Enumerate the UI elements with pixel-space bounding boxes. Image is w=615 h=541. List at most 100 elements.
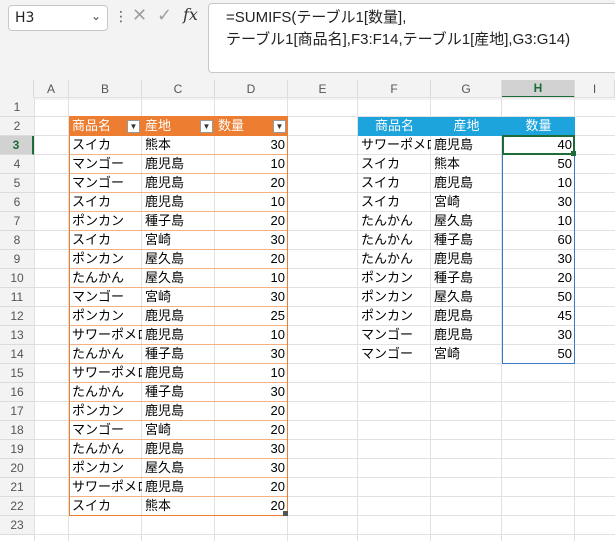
confirm-icon[interactable]: ✓ bbox=[157, 5, 172, 26]
summary-quantity-cell[interactable]: 50 bbox=[502, 288, 575, 307]
column-header-h[interactable]: H bbox=[502, 80, 575, 98]
summary-cell[interactable]: ポンカン bbox=[358, 269, 431, 288]
column-header-f[interactable]: F bbox=[358, 80, 431, 98]
table1-cell[interactable]: 30 bbox=[215, 231, 288, 250]
table1-header-cell[interactable]: 数量 ▼ bbox=[215, 117, 288, 136]
row-header-6[interactable]: 6 bbox=[0, 193, 34, 212]
summary-cell[interactable]: 種子島 bbox=[431, 231, 502, 250]
table1-cell[interactable]: 鹿児島 bbox=[142, 364, 215, 383]
table1-cell[interactable]: 鹿児島 bbox=[142, 155, 215, 174]
summary-cell[interactable]: 宮崎 bbox=[431, 345, 502, 364]
table1-cell[interactable]: ポンカン bbox=[69, 402, 142, 421]
table1-cell[interactable]: スイカ bbox=[69, 497, 142, 516]
table1-cell[interactable]: ポンカン bbox=[69, 307, 142, 326]
table1-cell[interactable]: たんかん bbox=[69, 440, 142, 459]
table1-cell[interactable]: スイカ bbox=[69, 136, 142, 155]
summary-quantity-cell[interactable]: 50 bbox=[502, 155, 575, 174]
table1-cell[interactable]: スイカ bbox=[69, 231, 142, 250]
summary-cell[interactable]: 屋久島 bbox=[431, 212, 502, 231]
table1-cell[interactable]: 30 bbox=[215, 288, 288, 307]
table1-cell[interactable]: 鹿児島 bbox=[142, 402, 215, 421]
summary-cell[interactable]: たんかん bbox=[358, 231, 431, 250]
summary-cell[interactable]: 熊本 bbox=[431, 155, 502, 174]
table1-cell[interactable]: 種子島 bbox=[142, 212, 215, 231]
row-header-12[interactable]: 12 bbox=[0, 307, 34, 326]
column-header-d[interactable]: D bbox=[215, 80, 288, 98]
summary-cell[interactable]: 鹿児島 bbox=[431, 174, 502, 193]
table1-cell[interactable]: 25 bbox=[215, 307, 288, 326]
table1-cell[interactable]: ポンカン bbox=[69, 250, 142, 269]
formula-input[interactable]: =SUMIFS(テーブル1[数量], テーブル1[商品名],F3:F14,テーブ… bbox=[208, 3, 615, 73]
table1-cell[interactable]: 鹿児島 bbox=[142, 307, 215, 326]
summary-quantity-cell[interactable]: 40 bbox=[502, 136, 575, 155]
filter-dropdown-icon[interactable]: ▼ bbox=[200, 120, 213, 133]
row-header-11[interactable]: 11 bbox=[0, 288, 34, 307]
row-header-21[interactable]: 21 bbox=[0, 478, 34, 497]
table1-cell[interactable]: 10 bbox=[215, 193, 288, 212]
table1-cell[interactable]: 屋久島 bbox=[142, 269, 215, 288]
table1-cell[interactable]: 30 bbox=[215, 345, 288, 364]
row-header-1[interactable]: 1 bbox=[0, 98, 34, 117]
summary-cell[interactable]: 種子島 bbox=[431, 269, 502, 288]
row-header-10[interactable]: 10 bbox=[0, 269, 34, 288]
table-resize-handle[interactable] bbox=[283, 511, 288, 516]
column-header-e[interactable]: E bbox=[288, 80, 358, 98]
table1-cell[interactable]: 宮崎 bbox=[142, 421, 215, 440]
summary-cell[interactable]: ポンカン bbox=[358, 288, 431, 307]
row-header-13[interactable]: 13 bbox=[0, 326, 34, 345]
table1-cell[interactable]: 10 bbox=[215, 155, 288, 174]
table1-cell[interactable]: サワーポメロ bbox=[69, 478, 142, 497]
summary-cell[interactable]: マンゴー bbox=[358, 345, 431, 364]
row-header-5[interactable]: 5 bbox=[0, 174, 34, 193]
summary-quantity-cell[interactable]: 30 bbox=[502, 193, 575, 212]
summary-quantity-cell[interactable]: 10 bbox=[502, 212, 575, 231]
row-header-4[interactable]: 4 bbox=[0, 155, 34, 174]
more-options-icon[interactable]: ⋮ bbox=[114, 9, 128, 25]
table1-cell[interactable]: 20 bbox=[215, 402, 288, 421]
table1-cell[interactable]: 鹿児島 bbox=[142, 478, 215, 497]
table1-cell[interactable]: 20 bbox=[215, 174, 288, 193]
table1-cell[interactable]: 10 bbox=[215, 269, 288, 288]
row-header-15[interactable]: 15 bbox=[0, 364, 34, 383]
summary-header-cell[interactable]: 商品名 bbox=[358, 117, 431, 136]
table1-cell[interactable]: 熊本 bbox=[142, 497, 215, 516]
table1-cell[interactable]: 10 bbox=[215, 364, 288, 383]
table1-cell[interactable]: マンゴー bbox=[69, 288, 142, 307]
summary-cell[interactable]: たんかん bbox=[358, 250, 431, 269]
table1-cell[interactable]: ポンカン bbox=[69, 459, 142, 478]
summary-cell[interactable]: 宮崎 bbox=[431, 193, 502, 212]
summary-cell[interactable]: スイカ bbox=[358, 155, 431, 174]
column-header-c[interactable]: C bbox=[142, 80, 215, 98]
row-header-19[interactable]: 19 bbox=[0, 440, 34, 459]
column-header-i[interactable]: I bbox=[575, 80, 615, 98]
table1-cell[interactable]: 宮崎 bbox=[142, 288, 215, 307]
table1-cell[interactable]: 種子島 bbox=[142, 383, 215, 402]
table1-cell[interactable]: 30 bbox=[215, 459, 288, 478]
filter-dropdown-icon[interactable]: ▼ bbox=[127, 120, 140, 133]
chevron-down-icon[interactable]: ⌄ bbox=[91, 9, 101, 23]
summary-quantity-cell[interactable]: 45 bbox=[502, 307, 575, 326]
row-header-3[interactable]: 3 bbox=[0, 136, 34, 155]
table1-cell[interactable]: 20 bbox=[215, 421, 288, 440]
table1-cell[interactable]: たんかん bbox=[69, 269, 142, 288]
name-box[interactable]: H3 ⌄ bbox=[8, 5, 108, 31]
summary-quantity-cell[interactable]: 30 bbox=[502, 326, 575, 345]
summary-quantity-cell[interactable]: 60 bbox=[502, 231, 575, 250]
summary-cell[interactable]: 鹿児島 bbox=[431, 136, 502, 155]
summary-quantity-cell[interactable]: 30 bbox=[502, 250, 575, 269]
row-header-14[interactable]: 14 bbox=[0, 345, 34, 364]
table1-cell[interactable]: マンゴー bbox=[69, 421, 142, 440]
table1-cell[interactable]: 20 bbox=[215, 212, 288, 231]
select-all-corner[interactable] bbox=[0, 80, 34, 98]
summary-cell[interactable]: スイカ bbox=[358, 174, 431, 193]
summary-cell[interactable]: 鹿児島 bbox=[431, 326, 502, 345]
table1-cell[interactable]: たんかん bbox=[69, 345, 142, 364]
row-header-2[interactable]: 2 bbox=[0, 117, 34, 136]
summary-cell[interactable]: マンゴー bbox=[358, 326, 431, 345]
table1-cell[interactable]: 鹿児島 bbox=[142, 193, 215, 212]
table1-cell[interactable]: マンゴー bbox=[69, 155, 142, 174]
column-header-b[interactable]: B bbox=[69, 80, 142, 98]
table1-header-cell[interactable]: 産地 ▼ bbox=[142, 117, 215, 136]
table1-cell[interactable]: 鹿児島 bbox=[142, 326, 215, 345]
table1-cell[interactable]: 10 bbox=[215, 326, 288, 345]
